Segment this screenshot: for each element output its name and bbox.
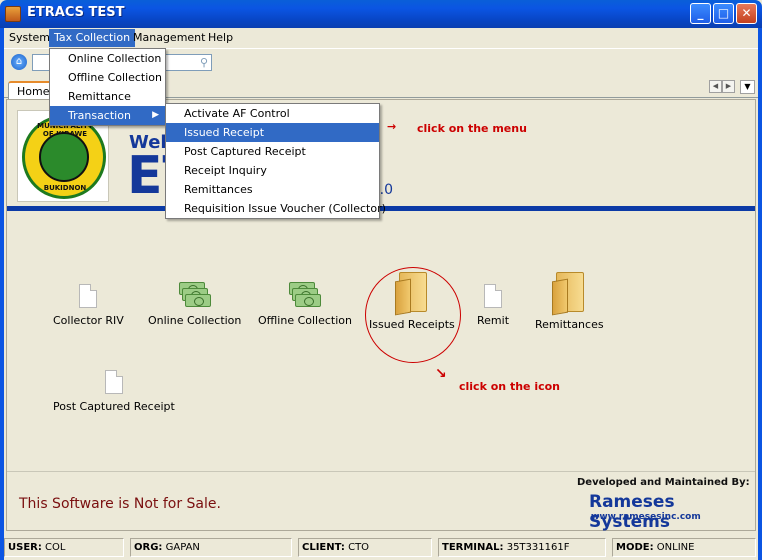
- shortcut-label: Offline Collection: [258, 314, 352, 327]
- menu-item-requisition-issue-voucher[interactable]: Requisition Issue Voucher (Collector): [166, 199, 386, 218]
- menu-item-offline-collection[interactable]: Offline Collection: [50, 68, 165, 87]
- home-content-panel: MUNICIPALITY OF KIBAWE BUKIDNON Wel ET i…: [6, 99, 756, 532]
- shortcut-label: Remit: [477, 314, 510, 327]
- search-icon[interactable]: ⚲: [200, 56, 208, 69]
- window-border-left: [0, 28, 4, 560]
- shortcut-label: Post Captured Receipt: [53, 400, 175, 413]
- status-bar: USER: COL ORG: GAPAN CLIENT: CTO TERMINA…: [4, 536, 758, 558]
- status-user: USER: COL: [4, 538, 124, 557]
- money-icon: [178, 280, 211, 310]
- menu-item-online-collection[interactable]: Online Collection: [50, 49, 165, 68]
- menu-item-issued-receipt[interactable]: Issued Receipt: [166, 123, 379, 142]
- menu-item-post-captured-receipt[interactable]: Post Captured Receipt: [166, 142, 379, 161]
- app-icon: [5, 6, 21, 22]
- annotation-arrow-menu: →: [387, 120, 397, 133]
- highlight-circle: [365, 267, 461, 363]
- close-button[interactable]: ✕: [736, 3, 757, 24]
- footer-panel: This Software is Not for Sale. Developed…: [7, 471, 755, 532]
- remit-shortcut[interactable]: Remit: [477, 284, 509, 327]
- status-terminal: TERMINAL: 35T331161F: [438, 538, 606, 557]
- menu-bar: System Tax Collection Management Help: [0, 28, 762, 48]
- document-icon: [104, 370, 123, 394]
- seal-image: MUNICIPALITY OF KIBAWE BUKIDNON: [22, 115, 106, 199]
- tab-list-dropdown-button[interactable]: ▼: [740, 80, 755, 94]
- menu-item-activate-af-control[interactable]: Activate AF Control: [166, 104, 379, 123]
- offline-collection-shortcut[interactable]: Offline Collection: [258, 280, 352, 327]
- collector-riv-shortcut[interactable]: Collector RIV: [53, 284, 124, 327]
- menu-item-remittance[interactable]: Remittance: [50, 87, 165, 106]
- window-border-right: [758, 28, 762, 560]
- menu-help[interactable]: Help: [203, 29, 238, 47]
- menu-tax-collection[interactable]: Tax Collection: [49, 29, 136, 47]
- window-title: ETRACS TEST: [27, 5, 125, 20]
- title-bar: ETRACS TEST _ □ ✕: [0, 0, 762, 28]
- online-collection-shortcut[interactable]: Online Collection: [148, 280, 241, 327]
- menu-item-label: Transaction: [68, 109, 131, 122]
- seal-emblem: [39, 132, 89, 182]
- not-for-sale-text: This Software is Not for Sale.: [19, 496, 221, 512]
- seal-text-bottom: BUKIDNON: [43, 184, 87, 192]
- menu-system[interactable]: System: [4, 29, 55, 47]
- status-client: CLIENT: CTO: [298, 538, 432, 557]
- company-url: www.ramesesinc.com: [591, 512, 701, 522]
- tab-scroll-right-button[interactable]: ▶: [722, 80, 735, 93]
- money-icon: [289, 280, 321, 310]
- submenu-arrow-icon: ▶: [152, 110, 159, 120]
- shortcut-label: Collector RIV: [53, 314, 124, 327]
- document-icon: [484, 284, 502, 308]
- folder-icon: [552, 272, 586, 316]
- shortcut-label: Online Collection: [148, 314, 242, 327]
- annotation-icon-text: click on the icon: [459, 380, 561, 393]
- annotation-menu-text: click on the menu: [417, 122, 527, 135]
- annotation-arrow-icon: ↘: [435, 366, 447, 382]
- menu-item-remittances[interactable]: Remittances: [166, 180, 379, 199]
- maximize-button[interactable]: □: [713, 3, 734, 24]
- menu-management[interactable]: Management: [128, 29, 210, 47]
- status-org: ORG: GAPAN: [130, 538, 292, 557]
- tab-scroll-left-button[interactable]: ◀: [709, 80, 722, 93]
- transaction-submenu: Activate AF Control Issued Receipt Post …: [165, 103, 386, 219]
- minimize-button[interactable]: _: [690, 3, 711, 24]
- menu-item-transaction[interactable]: Transaction ▶: [50, 106, 165, 125]
- menu-item-receipt-inquiry[interactable]: Receipt Inquiry: [166, 161, 379, 180]
- post-captured-receipt-shortcut[interactable]: Post Captured Receipt: [53, 370, 175, 413]
- shortcut-label: Remittances: [535, 318, 604, 331]
- document-icon: [79, 284, 98, 308]
- status-mode: MODE: ONLINE: [612, 538, 756, 557]
- home-icon[interactable]: ⌂: [11, 54, 27, 70]
- remittances-shortcut[interactable]: Remittances: [535, 272, 604, 331]
- developed-by-text: Developed and Maintained By:: [577, 477, 750, 488]
- tax-collection-menu: Online Collection Offline Collection Rem…: [49, 48, 166, 126]
